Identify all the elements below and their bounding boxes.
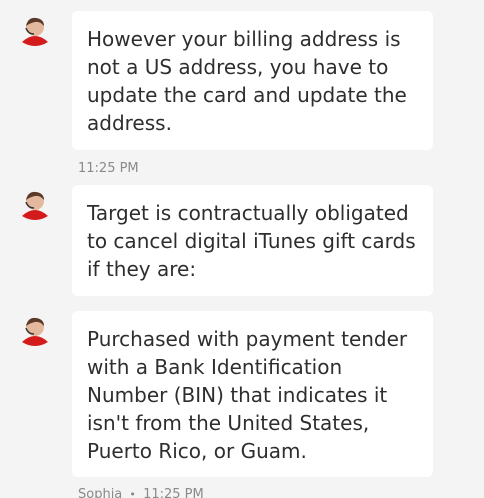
agent-name: Sophia xyxy=(78,487,123,498)
message-meta: Sophia • 11:25 PM xyxy=(78,487,204,498)
message-timestamp: 11:25 PM xyxy=(78,161,139,176)
message-bubble: However your billing address is not a US… xyxy=(72,11,433,150)
message-text: However your billing address is not a US… xyxy=(87,27,407,135)
message-text: Purchased with payment tender with a Ban… xyxy=(87,327,408,463)
agent-avatar-icon xyxy=(20,14,50,48)
agent-avatar-icon xyxy=(20,188,50,222)
message-bubble: Target is contractually obligated to can… xyxy=(72,185,433,296)
message-bubble: Purchased with payment tender with a Ban… xyxy=(72,311,433,477)
agent-avatar-icon xyxy=(20,314,50,348)
message-timestamp: 11:25 PM xyxy=(143,487,204,498)
chat-transcript: However your billing address is not a US… xyxy=(0,0,484,498)
meta-separator: • xyxy=(129,488,136,498)
message-text: Target is contractually obligated to can… xyxy=(87,201,416,281)
